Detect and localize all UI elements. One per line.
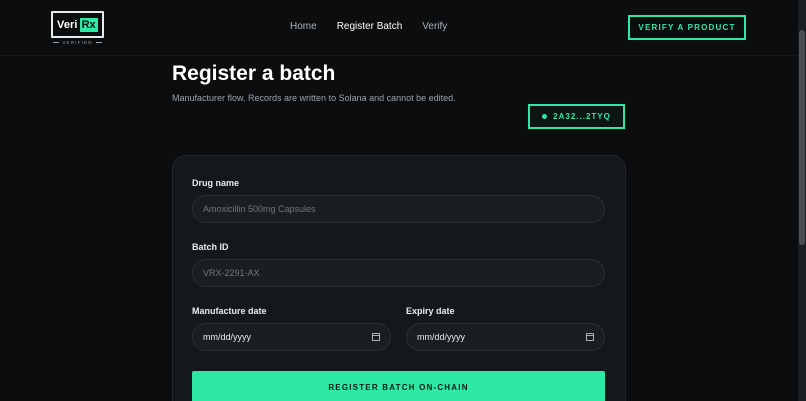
logo-text-rx: Rx xyxy=(79,17,98,32)
page-title: Register a batch xyxy=(172,62,336,85)
verify-product-button[interactable]: VERIFY A PRODUCT xyxy=(628,15,746,40)
manufacture-date-input[interactable]: mm/dd/yyyy xyxy=(192,323,391,351)
nav-link-register-batch[interactable]: Register Batch xyxy=(337,21,403,32)
wallet-address-text: 2A32...2TYQ xyxy=(553,112,611,121)
calendar-icon[interactable] xyxy=(372,333,380,341)
main-nav: Home Register Batch Verify xyxy=(290,21,447,32)
register-batch-submit-button[interactable]: REGISTER BATCH ON-CHAIN xyxy=(192,371,605,401)
tagline-left-rule xyxy=(53,42,60,43)
page-subtitle: Manufacturer flow. Records are written t… xyxy=(172,93,456,103)
manufacture-date-label: Manufacture date xyxy=(192,306,267,316)
scrollbar-thumb[interactable] xyxy=(799,30,805,245)
manufacture-date-value: mm/dd/yyyy xyxy=(203,332,252,342)
batch-id-input[interactable] xyxy=(192,259,605,287)
logo-text-veri: Veri xyxy=(57,18,78,31)
drug-name-label: Drug name xyxy=(192,178,240,188)
top-navigation-bar: Veri Rx VERIFIED Home Register Batch Ver… xyxy=(0,0,798,56)
expiry-date-label: Expiry date xyxy=(406,306,455,316)
page-scrollbar[interactable] xyxy=(798,0,806,401)
calendar-icon[interactable] xyxy=(586,333,594,341)
wallet-address-badge[interactable]: 2A32...2TYQ xyxy=(528,104,625,129)
expiry-date-input[interactable]: mm/dd/yyyy xyxy=(406,323,605,351)
expiry-date-value: mm/dd/yyyy xyxy=(417,332,466,342)
tagline-right-rule xyxy=(95,42,102,43)
verirx-logo[interactable]: Veri Rx xyxy=(51,11,104,38)
logo-tagline: VERIFIED xyxy=(51,40,104,45)
nav-link-home[interactable]: Home xyxy=(290,21,317,32)
batch-id-label: Batch ID xyxy=(192,242,229,252)
logo-tagline-text: VERIFIED xyxy=(62,40,93,45)
drug-name-input[interactable] xyxy=(192,195,605,223)
nav-link-verify[interactable]: Verify xyxy=(422,21,447,32)
wallet-status-dot-icon xyxy=(542,114,548,119)
